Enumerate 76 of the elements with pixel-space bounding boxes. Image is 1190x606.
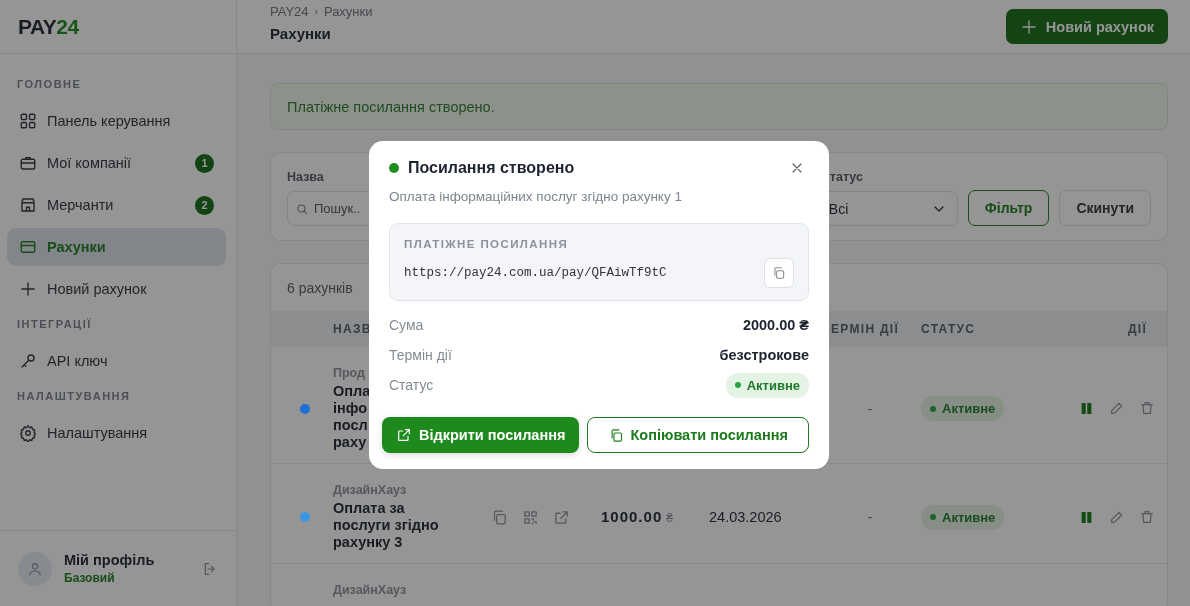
success-dot bbox=[389, 163, 399, 173]
term-value: - bbox=[867, 509, 873, 525]
breadcrumb-link[interactable]: PAY24 bbox=[270, 3, 309, 19]
detail-label: Статус bbox=[389, 377, 434, 393]
section-title: НАЛАШТУВАННЯ bbox=[16, 389, 132, 404]
payment-url: https://pay24.com.ua/pay/QFAiwTf9tC bbox=[404, 266, 667, 280]
company-name: Прод bbox=[333, 366, 367, 380]
column-header: НАЗВ bbox=[333, 322, 372, 336]
avatar[interactable] bbox=[18, 551, 52, 586]
dialog-subtitle: Оплата інформаційних послуг згідно рахунку 1 bbox=[389, 189, 683, 204]
search-icon bbox=[295, 201, 309, 216]
external-link-icon bbox=[553, 508, 570, 526]
page-title: Рахунки bbox=[270, 24, 332, 42]
nav-item[interactable]: Рахунки bbox=[7, 228, 226, 266]
status-badge: Активне bbox=[921, 396, 1005, 421]
card-icon bbox=[19, 238, 37, 256]
detail-value: безстрокове bbox=[719, 347, 809, 363]
filter-button[interactable]: Фільтр bbox=[967, 190, 1050, 226]
term-value: - bbox=[867, 400, 873, 417]
nav-item[interactable]: Налаштування bbox=[7, 414, 226, 452]
field-label: татус bbox=[829, 170, 864, 184]
status-badge: Активне bbox=[725, 372, 809, 398]
external-link-icon bbox=[395, 427, 412, 443]
field-label: Назва bbox=[287, 170, 325, 184]
breadcrumb-link[interactable]: Рахунки bbox=[323, 3, 373, 19]
copy-link-button[interactable]: Копіювати посилання bbox=[587, 417, 809, 453]
copy-button[interactable] bbox=[764, 258, 794, 288]
breadcrumb-separator: › bbox=[314, 5, 318, 17]
logo: PAY24 bbox=[18, 14, 79, 39]
delete-icon bbox=[1139, 508, 1155, 525]
detail-label: Термін дії bbox=[389, 347, 452, 363]
open-link-button[interactable]: Відкрити посилання bbox=[382, 417, 580, 453]
detail-label: Сума bbox=[389, 317, 424, 333]
search-field[interactable]: Пошук.. bbox=[314, 201, 360, 216]
column-header: СТАТУС bbox=[921, 322, 976, 336]
nav-item[interactable]: API ключ bbox=[7, 342, 226, 380]
nav-item[interactable]: Новий рахунок bbox=[7, 270, 226, 308]
column-header: ДІЇ bbox=[1127, 322, 1147, 336]
status-badge: Активне bbox=[921, 504, 1005, 530]
store-icon bbox=[19, 196, 37, 214]
delete-icon bbox=[1139, 400, 1155, 416]
invoice-count: 6 рахунків bbox=[287, 279, 353, 296]
nav-item[interactable]: Мої компанії 1 bbox=[7, 144, 226, 182]
copy-icon bbox=[772, 266, 786, 280]
key-icon bbox=[19, 352, 37, 370]
section-title: ГОЛОВНЕ bbox=[16, 77, 83, 92]
profile-name[interactable]: Мій профіль bbox=[64, 552, 190, 568]
reset-button[interactable]: Скинути bbox=[1059, 190, 1151, 226]
currency: ₴ bbox=[666, 511, 673, 525]
section-title: ІНТЕГРАЦІЇ bbox=[16, 317, 93, 332]
new-invoice-button[interactable]: Новий рахунок bbox=[1005, 9, 1168, 44]
amount: 1000.00 bbox=[601, 508, 663, 525]
link-label: ПЛАТІЖНЕ ПОСИЛАННЯ bbox=[404, 238, 570, 250]
copy-icon bbox=[608, 427, 624, 443]
profile-plan: Базовий bbox=[64, 571, 116, 585]
count-badge: 1 bbox=[195, 153, 214, 173]
dialog-title: Посилання створено bbox=[408, 159, 576, 177]
edit-icon bbox=[1109, 400, 1125, 416]
success-alert: Платіжне посилання створено. bbox=[270, 83, 1168, 130]
nav-item[interactable]: Мерчанти 2 bbox=[7, 186, 226, 224]
briefcase-icon bbox=[19, 154, 37, 172]
copy-icon bbox=[491, 508, 508, 526]
qr-code-icon bbox=[522, 508, 539, 526]
detail-value: 2000.00 ₴ bbox=[742, 317, 809, 333]
column-header: ЕРМІН ДІЇ bbox=[831, 322, 900, 336]
company-name: ДизайнХауз bbox=[333, 583, 408, 597]
plus-icon bbox=[1019, 17, 1038, 36]
invoice-title[interactable]: Оплата за послуги згідно рахунку 3 bbox=[333, 500, 491, 551]
user-icon bbox=[27, 560, 43, 577]
count-badge: 2 bbox=[195, 195, 214, 215]
settings-icon bbox=[19, 424, 37, 442]
grid-icon bbox=[19, 112, 37, 130]
company-name: ДизайнХауз bbox=[333, 483, 408, 497]
plus-icon bbox=[19, 280, 37, 298]
nav-item[interactable]: Панель керування bbox=[7, 102, 226, 140]
date: 24.03.2026 bbox=[709, 509, 782, 525]
